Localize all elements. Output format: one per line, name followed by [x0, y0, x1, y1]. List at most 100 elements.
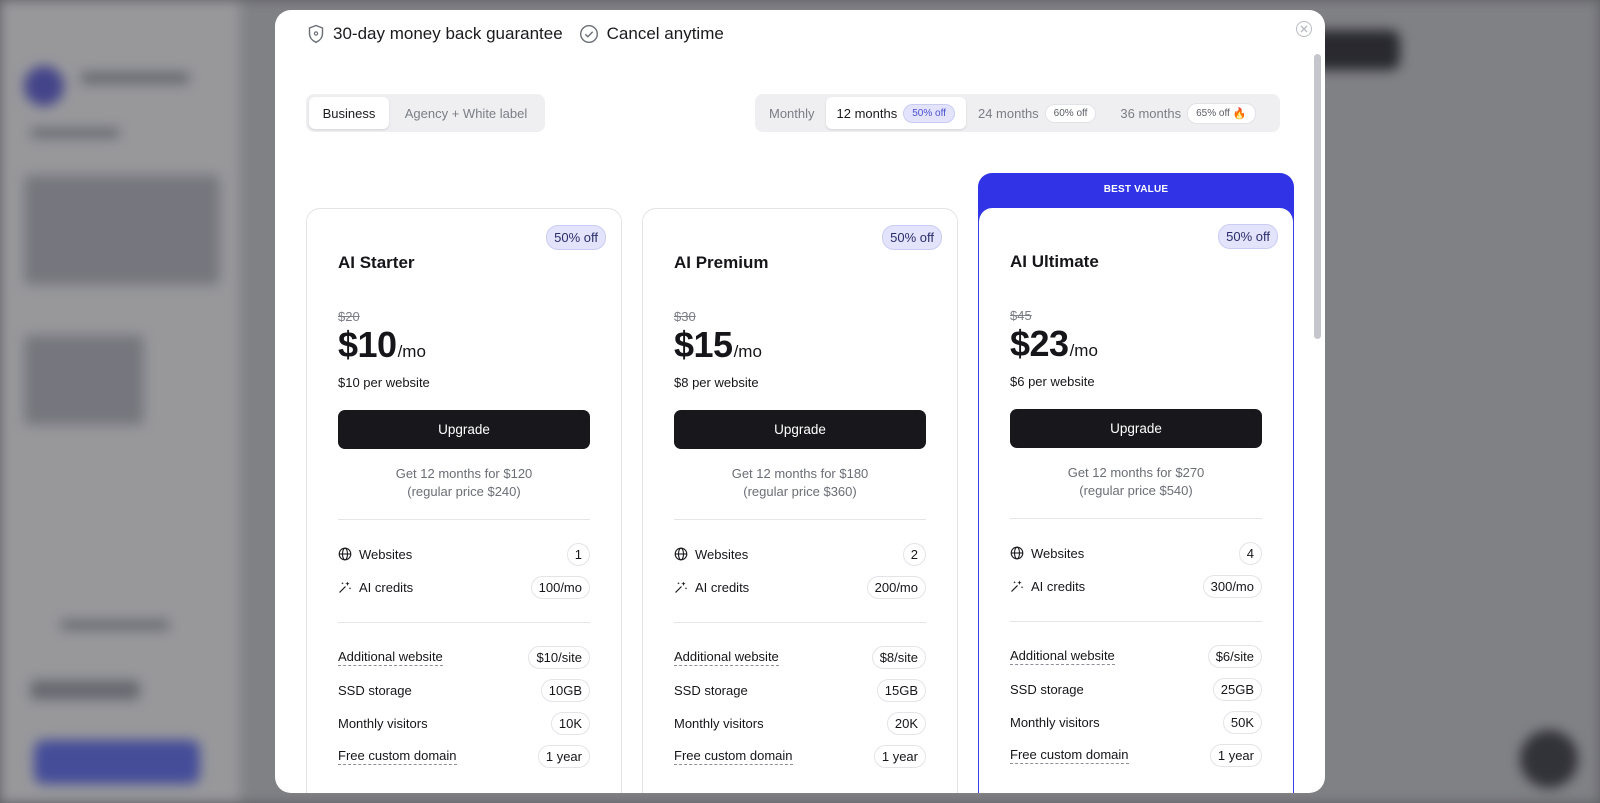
feature-row-websites: Websites 1	[338, 542, 590, 566]
price-period: /mo	[397, 342, 426, 361]
feature-label: SSD storage	[338, 682, 412, 698]
regular-price-line: (regular price $240)	[407, 483, 521, 499]
price-per-website: $10 per website	[338, 375, 430, 390]
feature-label: AI credits	[359, 579, 414, 595]
globe-icon	[674, 547, 688, 561]
period-label: 12 months	[836, 105, 898, 121]
plan-discount-badge: 50% off	[882, 225, 942, 250]
feature-value: 20K	[886, 711, 926, 735]
modal-scrollbar[interactable]	[1314, 54, 1321, 339]
plan-name: AI Starter	[338, 253, 415, 272]
shield-icon	[308, 24, 324, 44]
feature-label: Monthly visitors	[338, 715, 428, 731]
feature-row-websites: Websites 2	[674, 542, 926, 566]
period-12-months[interactable]: 12 months 50% off	[825, 97, 966, 129]
plan-discount-badge: 50% off	[546, 225, 606, 250]
price-row: $23/mo	[1010, 323, 1098, 365]
sparkle-icon	[339, 581, 352, 593]
feature-value: 4	[1238, 541, 1262, 565]
feature-value: $6/site	[1207, 644, 1262, 668]
money-back-label: 30-day money back guarantee	[333, 24, 563, 43]
plan-card: 50% off AI Starter $20 $10/mo $10 per websit…	[306, 208, 622, 793]
feature-row: Free custom domain 1 year	[338, 744, 590, 768]
upgrade-button[interactable]: Upgrade	[1010, 409, 1262, 448]
feature-value: 15GB	[876, 678, 926, 702]
annual-price-note: Get 12 months for $120 (regular price $24…	[338, 465, 590, 500]
old-price: $30	[674, 309, 696, 324]
plan-type-business[interactable]: Business	[309, 97, 389, 129]
close-button[interactable]	[1296, 21, 1312, 37]
period-24-months[interactable]: 24 months 60% off	[966, 97, 1108, 129]
feature-row: Additional website $8/site	[674, 645, 926, 669]
feature-label: AI credits	[695, 579, 750, 595]
billing-period-toggle: Monthly 12 months 50% off 24 months 60% …	[755, 94, 1280, 132]
feature-label: AI credits	[1031, 578, 1086, 594]
guarantee-row: 30-day money back guarantee Cancel anyti…	[307, 24, 724, 44]
feature-label[interactable]: Additional website	[1010, 648, 1115, 665]
check-circle-icon	[579, 24, 598, 44]
feature-row: Free custom domain 1 year	[674, 744, 926, 768]
sparkle-icon	[1011, 580, 1024, 592]
feature-value: $10/site	[528, 645, 590, 669]
feature-label: Websites	[1031, 545, 1085, 561]
feature-value: 200/mo	[866, 575, 926, 599]
divider	[674, 519, 926, 520]
feature-label: Monthly visitors	[674, 715, 764, 731]
feature-row: Free custom domain 1 year	[1010, 743, 1262, 767]
fire-icon: 🔥	[1232, 107, 1247, 120]
feature-row: SSD storage 10GB	[338, 678, 590, 702]
feature-value: 1	[566, 542, 590, 566]
price-period: /mo	[733, 342, 762, 361]
price-row: $15/mo	[674, 324, 762, 366]
discount-badge: 65% off 🔥	[1187, 102, 1256, 124]
feature-left: AI credits	[338, 580, 413, 595]
price-period: /mo	[1069, 341, 1098, 360]
plan-discount-badge: 50% off	[1218, 224, 1278, 249]
plan-type-toggle: Business Agency + White label	[306, 94, 545, 132]
divider	[674, 622, 926, 623]
divider	[338, 519, 590, 520]
plan-card: 50% off AI Ultimate $45 $23/mo $6 per websit…	[978, 208, 1294, 793]
feature-row: Additional website $6/site	[1010, 644, 1262, 668]
feature-label[interactable]: Additional website	[674, 649, 779, 666]
plan-type-agency[interactable]: Agency + White label	[391, 97, 541, 129]
feature-value: 2	[902, 542, 926, 566]
feature-value: 10GB	[540, 678, 590, 702]
feature-value: $8/site	[871, 645, 926, 669]
feature-label: SSD storage	[1010, 681, 1084, 697]
cancel-anytime-label: Cancel anytime	[606, 24, 724, 43]
upgrade-button[interactable]: Upgrade	[674, 410, 926, 449]
annual-price-note: Get 12 months for $270 (regular price $54…	[1010, 464, 1262, 499]
feature-row-websites: Websites 4	[1010, 541, 1262, 565]
feature-row-ai-credits: AI credits 300/mo	[1010, 574, 1262, 598]
period-label: Monthly	[769, 105, 815, 121]
feature-label[interactable]: Free custom domain	[1010, 747, 1129, 764]
feature-label[interactable]: Additional website	[338, 649, 443, 666]
plan-name: AI Premium	[674, 253, 769, 272]
feature-row: Monthly visitors 10K	[338, 711, 590, 735]
upgrade-button[interactable]: Upgrade	[338, 410, 590, 449]
cancel-anytime: Cancel anytime	[579, 24, 724, 44]
feature-label[interactable]: Free custom domain	[338, 748, 457, 765]
period-36-months[interactable]: 36 months 65% off 🔥	[1108, 97, 1267, 129]
feature-row: Additional website $10/site	[338, 645, 590, 669]
period-monthly[interactable]: Monthly	[758, 97, 826, 129]
discount-badge: 50% off	[903, 103, 955, 123]
globe-icon	[1010, 546, 1024, 560]
annual-line: Get 12 months for $120	[395, 466, 533, 481]
price: $23	[1010, 323, 1069, 364]
old-price: $45	[1010, 308, 1032, 323]
feature-value: 1 year	[873, 744, 926, 768]
feature-label[interactable]: Free custom domain	[674, 748, 793, 765]
feature-label: Websites	[359, 546, 413, 562]
feature-value: 25GB	[1212, 677, 1262, 701]
discount-text: 65% off	[1196, 107, 1230, 119]
feature-row-ai-credits: AI credits 200/mo	[674, 575, 926, 599]
divider	[338, 622, 590, 623]
money-back-guarantee: 30-day money back guarantee	[307, 24, 563, 44]
feature-value: 1 year	[537, 744, 590, 768]
feature-value: 1 year	[1209, 743, 1262, 767]
feature-left: Websites	[338, 547, 412, 562]
feature-label: Monthly visitors	[1010, 714, 1100, 730]
feature-left: Websites	[1010, 546, 1084, 561]
